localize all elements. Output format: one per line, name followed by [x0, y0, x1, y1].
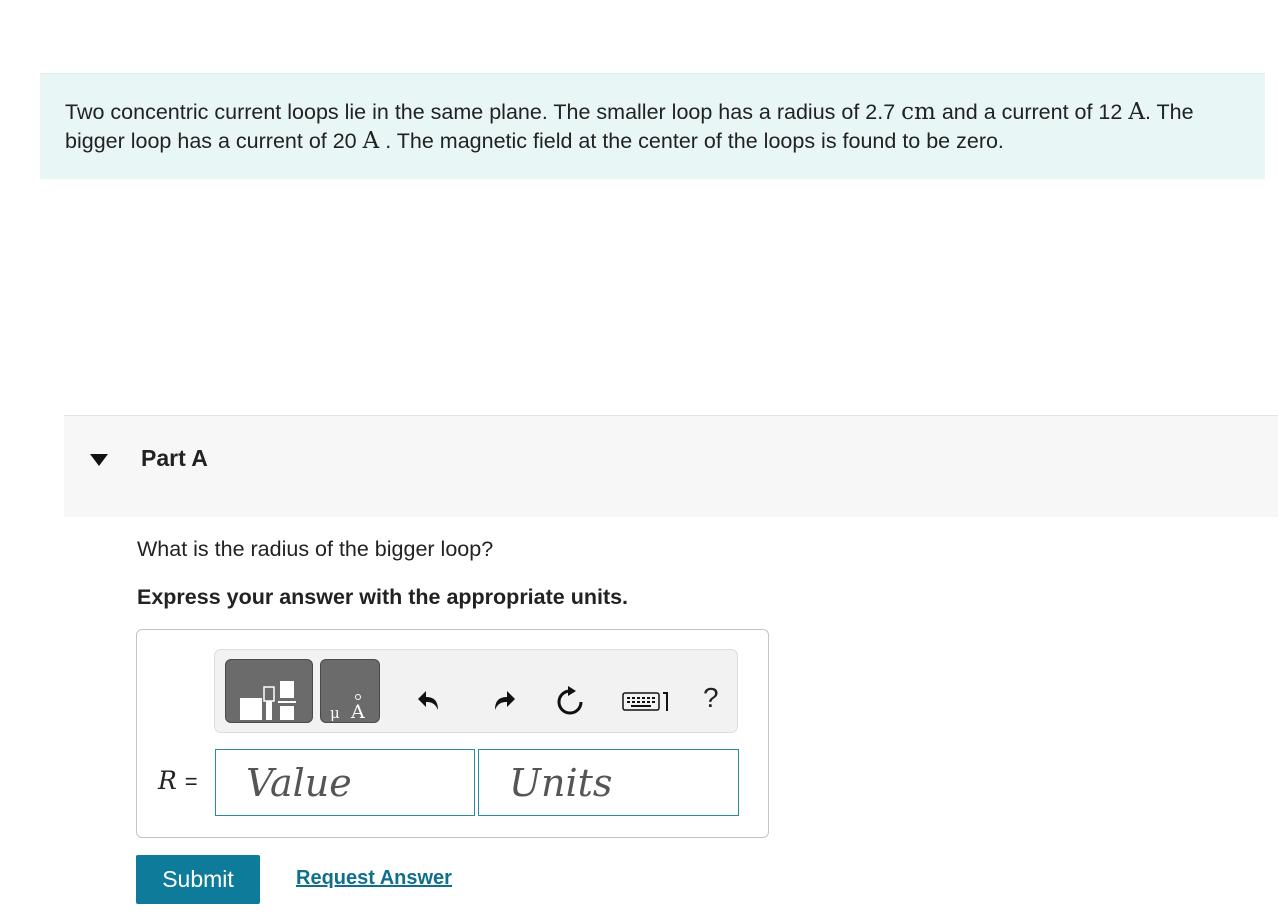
undo-icon — [418, 691, 438, 710]
collapse-caret-icon[interactable] — [90, 454, 108, 466]
templates-icon — [240, 681, 296, 720]
current-unit-1: A — [1128, 99, 1145, 125]
part-a-header[interactable]: Part A — [64, 415, 1278, 517]
undo-button[interactable] — [412, 683, 448, 719]
keyboard-button[interactable] — [620, 683, 678, 719]
variable-label: R = — [158, 766, 198, 795]
radius-unit: cm — [901, 99, 936, 125]
answer-box: μ A ? R = Value Units — [136, 629, 769, 838]
redo-icon — [495, 691, 515, 710]
reset-icon — [557, 686, 583, 715]
svg-text:A: A — [350, 701, 365, 723]
part-title: Part A — [141, 445, 208, 471]
problem-text-part-2: and a current of 12 — [935, 100, 1123, 124]
help-icon: ? — [703, 682, 719, 713]
units-input[interactable] — [479, 750, 738, 815]
value-field[interactable] — [215, 749, 475, 816]
submit-button[interactable]: Submit — [136, 855, 260, 904]
value-input[interactable] — [216, 750, 474, 815]
current-unit-2: A — [362, 128, 380, 154]
templates-button[interactable] — [225, 659, 313, 723]
variable-name: R — [158, 766, 177, 795]
units-field[interactable] — [478, 749, 739, 816]
units-button[interactable]: μ A — [320, 659, 380, 723]
redo-button[interactable] — [485, 683, 521, 719]
instruction-text: Express your answer with the appropriate… — [137, 585, 629, 609]
reset-button[interactable] — [552, 683, 588, 719]
problem-text-part-4: . The magnetic field at the center of th… — [379, 129, 1004, 153]
question-text: What is the radius of the bigger loop? — [137, 537, 494, 561]
units-icon: μ A — [330, 694, 365, 723]
problem-text-part-1: Two concentric current loops lie in the … — [65, 100, 902, 124]
keyboard-icon — [622, 692, 668, 711]
equals-sign: = — [184, 769, 198, 794]
svg-text:μ: μ — [330, 704, 340, 722]
request-answer-link[interactable]: Request Answer — [296, 867, 452, 890]
problem-text: Two concentric current loops lie in the … — [65, 98, 1245, 156]
math-toolbar: μ A ? — [214, 649, 738, 733]
help-button[interactable]: ? — [703, 682, 719, 714]
problem-statement: Two concentric current loops lie in the … — [40, 73, 1265, 179]
